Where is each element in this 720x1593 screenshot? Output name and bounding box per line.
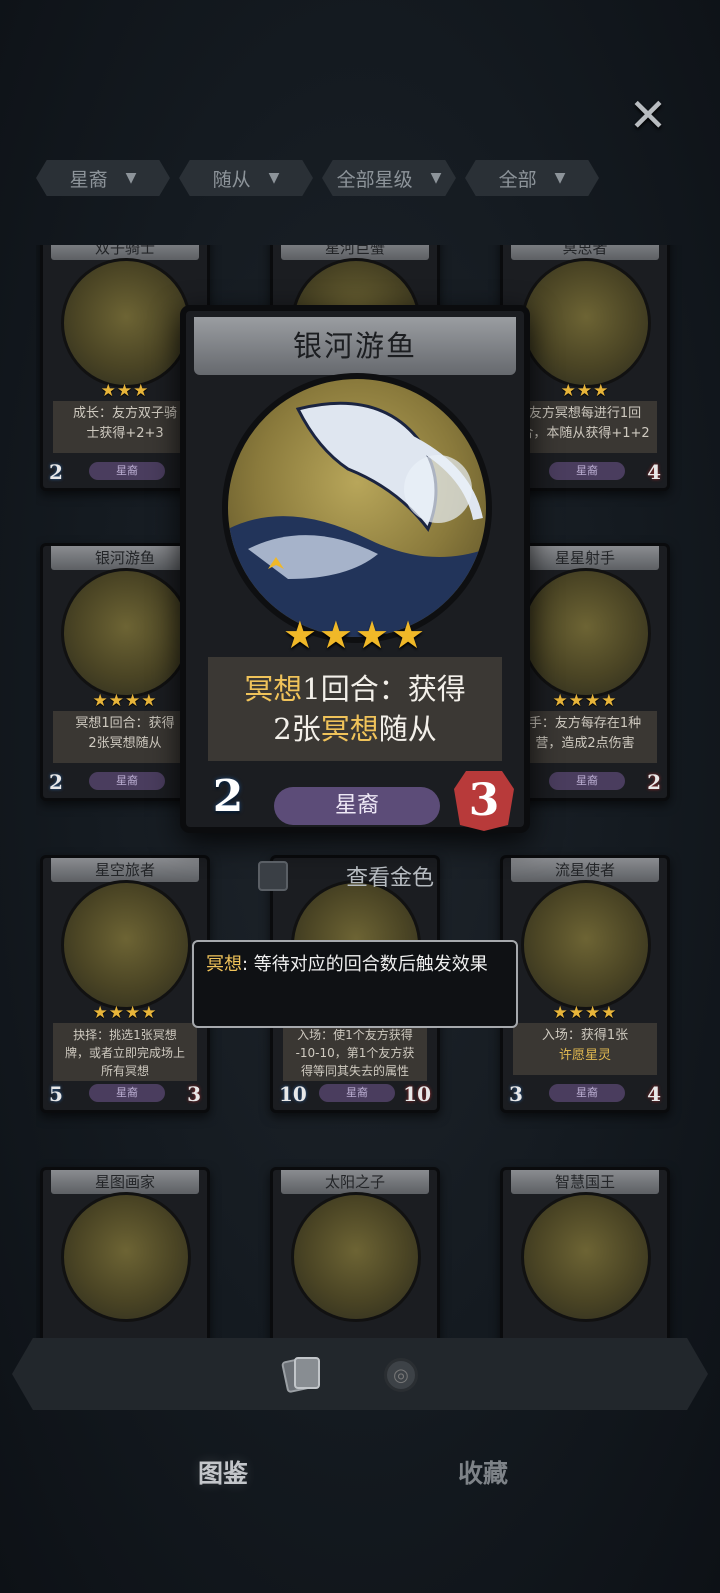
attack-gem: 3 [187, 1082, 201, 1106]
card-art [521, 568, 651, 698]
card-name: 太阳之子 [281, 1170, 429, 1194]
card-art [291, 1192, 421, 1322]
card-name: 星图画家 [51, 1170, 199, 1194]
gold-checkbox[interactable] [258, 861, 288, 891]
filter-tribe[interactable]: 星裔 ▼ [36, 160, 170, 196]
cost-gem: 5 [49, 1082, 63, 1106]
card-desc: 入场：使1个友方获得 -10-10，第1个友方获 得等同其失去的属性 [283, 1023, 427, 1081]
tooltip-keyword: 冥想 [206, 954, 242, 975]
bottom-bar [12, 1338, 708, 1410]
attack-gem: 10 [403, 1082, 431, 1106]
cost-gem: 2 [49, 460, 63, 484]
funnel-icon: ▼ [268, 170, 280, 186]
card-name: 智慧国王 [511, 1170, 659, 1194]
card-desc: 手：友方每存在1种 营，造成2点伤害 [513, 711, 657, 763]
cost-gem: 10 [279, 1082, 307, 1106]
whale-art [222, 373, 492, 643]
filter-label: 随从 [212, 168, 251, 191]
attack-gem: 2 [647, 770, 661, 794]
card-desc: 入场：获得1张 许愿星灵 [513, 1023, 657, 1075]
card-art [521, 880, 651, 1010]
filter-label: 星裔 [69, 168, 108, 191]
filter-label: 全部星级 [336, 168, 413, 191]
cost-gem: 2 [49, 770, 63, 794]
card-stars: ★★★★ [92, 1003, 158, 1023]
card-art [61, 1192, 191, 1322]
funnel-icon: ▼ [125, 170, 137, 186]
attack-gem: 4 [647, 460, 661, 484]
gold-toggle-label: 查看金色 [346, 866, 435, 891]
card-xingtu-huajia[interactable]: 星图画家 [40, 1167, 210, 1345]
card-taiyang-zhizi[interactable]: 太阳之子 [270, 1167, 440, 1345]
card-art [61, 880, 191, 1010]
card-stars: ★★★★ [282, 613, 428, 657]
attack-gem: 3 [454, 771, 514, 831]
card-desc: 抉择：挑选1张冥想 牌，或者立即完成场上 所有冥想 [53, 1023, 197, 1081]
filter-label: 全部 [498, 168, 537, 191]
funnel-icon: ▼ [554, 170, 566, 186]
tribe-pill: 星裔 [549, 1084, 625, 1102]
card-name: 银河游鱼 [51, 546, 199, 570]
card-name: 银河游鱼 [194, 317, 516, 375]
selected-card-detail[interactable]: 银河游鱼 ★★★★ 冥想1回合：获得 2张冥想随从 2 星裔 3 [180, 305, 530, 833]
card-art [61, 258, 191, 388]
cost-gem: 3 [509, 1082, 523, 1106]
card-xingkong-lvzhe[interactable]: 星空旅者 ★★★★ 抉择：挑选1张冥想 牌，或者立即完成场上 所有冥想 星裔 5 3 [40, 855, 210, 1113]
card-desc: 冥想1回合：获得 2张冥想随从 [53, 711, 197, 763]
filter-star[interactable]: 全部星级 ▼ [322, 160, 456, 196]
collection-icon[interactable]: ◎ [384, 1358, 418, 1392]
filter-all[interactable]: 全部 ▼ [465, 160, 599, 196]
tribe-pill: 星裔 [274, 787, 440, 825]
cost-gem: 2 [202, 771, 254, 827]
tab-codex[interactable]: 图鉴 [198, 1454, 248, 1490]
card-desc: 友方冥想每进行1回 合，本随从获得+1+2 [513, 401, 657, 453]
card-liuxing-shizhe[interactable]: 流星使者 ★★★★ 入场：获得1张 许愿星灵 星裔 3 4 [500, 855, 670, 1113]
tribe-pill: 星裔 [89, 1084, 165, 1102]
card-desc: 成长：友方双子骑 士获得+2+3 [53, 401, 197, 453]
tribe-pill: 星裔 [89, 772, 165, 790]
tribe-pill: 星裔 [549, 462, 625, 480]
filter-bar: 星裔 ▼ 随从 ▼ 全部星级 ▼ 全部 ▼ [36, 160, 606, 196]
card-art [521, 258, 651, 388]
card-name: 星星射手 [511, 546, 659, 570]
funnel-icon: ▼ [430, 170, 442, 186]
card-art [521, 1192, 651, 1322]
tribe-pill: 星裔 [549, 772, 625, 790]
cards-icon[interactable] [280, 1355, 322, 1394]
card-desc: 冥想1回合：获得 2张冥想随从 [208, 657, 502, 761]
card-zhihui-guowang[interactable]: 智慧国王 [500, 1167, 670, 1345]
view-gold-toggle[interactable]: 查看金色 [258, 858, 458, 894]
card-name: 流星使者 [511, 858, 659, 882]
card-art [61, 568, 191, 698]
tab-collection[interactable]: 收藏 [458, 1454, 508, 1490]
tribe-pill: 星裔 [89, 462, 165, 480]
keyword-tooltip: 冥想: 等待对应的回合数后触发效果 [192, 940, 518, 1028]
tooltip-text: : 等待对应的回合数后触发效果 [242, 954, 488, 975]
filter-type[interactable]: 随从 ▼ [179, 160, 313, 196]
close-icon[interactable]: ✕ [628, 92, 668, 138]
tribe-pill: 星裔 [319, 1084, 395, 1102]
attack-gem: 4 [647, 1082, 661, 1106]
card-name: 星空旅者 [51, 858, 199, 882]
card-stars: ★★★★ [552, 1003, 618, 1023]
